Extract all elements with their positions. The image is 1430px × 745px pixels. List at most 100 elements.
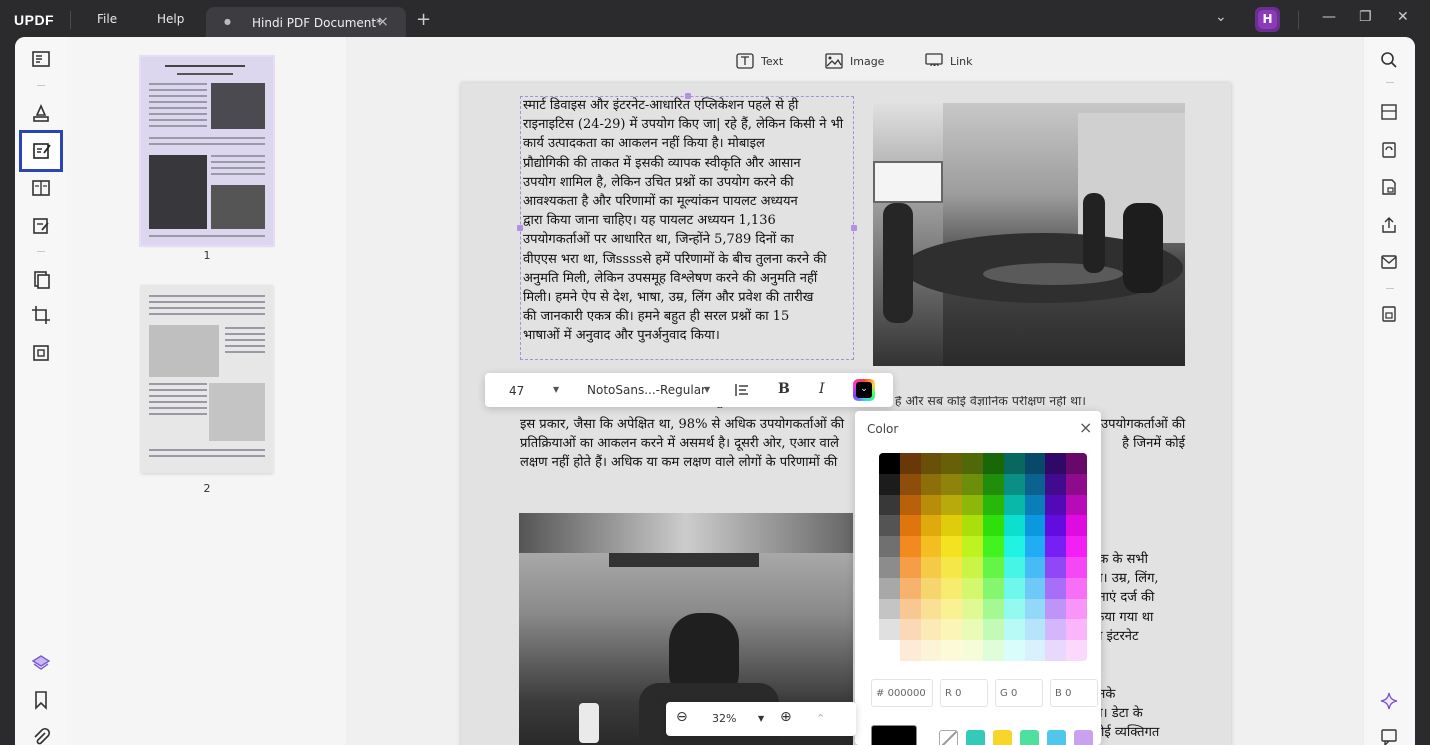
green-input[interactable]: G 0 <box>995 679 1043 707</box>
color-cell[interactable] <box>879 494 900 516</box>
color-cell[interactable] <box>962 556 983 578</box>
color-cell[interactable] <box>879 536 900 557</box>
layers-icon[interactable] <box>31 653 51 673</box>
attachment-icon[interactable] <box>31 727 51 745</box>
comments-list-icon[interactable] <box>1380 728 1400 745</box>
color-cell[interactable] <box>920 473 942 495</box>
color-cell[interactable] <box>1003 556 1025 578</box>
color-cell[interactable] <box>962 494 983 516</box>
color-cell[interactable] <box>899 453 921 474</box>
color-cell[interactable] <box>941 577 963 599</box>
color-cell[interactable] <box>899 515 921 537</box>
search-icon[interactable] <box>1380 51 1400 71</box>
avatar[interactable]: H <box>1255 7 1280 32</box>
share-icon[interactable] <box>1380 216 1400 236</box>
color-cell[interactable] <box>982 494 1004 516</box>
color-cell[interactable] <box>879 473 900 495</box>
color-cell[interactable] <box>899 619 921 641</box>
reader-icon[interactable] <box>31 49 51 69</box>
color-cell[interactable] <box>962 453 983 474</box>
color-cell[interactable] <box>1066 598 1087 620</box>
color-cell[interactable] <box>1024 556 1046 578</box>
color-cell[interactable] <box>920 515 942 537</box>
color-cell[interactable] <box>982 598 1004 620</box>
comment-highlighter-icon[interactable] <box>31 103 51 123</box>
zoom-out-icon[interactable]: ⊖ <box>676 709 688 725</box>
color-cell[interactable] <box>1045 453 1067 474</box>
color-cell[interactable] <box>962 640 983 661</box>
color-cell[interactable] <box>1003 640 1025 661</box>
color-cell[interactable] <box>941 453 963 474</box>
zoom-dropdown-icon[interactable]: ▼ <box>758 714 764 723</box>
color-cell[interactable] <box>941 494 963 516</box>
color-cell[interactable] <box>982 453 1004 474</box>
bold-button[interactable]: B <box>778 381 790 397</box>
page-thumbnail-2[interactable] <box>141 285 273 473</box>
color-cell[interactable] <box>1045 494 1067 516</box>
color-cell[interactable] <box>1003 515 1025 537</box>
add-link-tool[interactable]: Link <box>925 51 973 71</box>
font-size-value[interactable]: 47 <box>509 384 524 398</box>
tab-close-icon[interactable]: × <box>377 14 389 30</box>
color-cell[interactable] <box>899 556 921 578</box>
color-cell[interactable] <box>1024 619 1046 641</box>
ai-assistant-icon[interactable] <box>1380 692 1400 712</box>
color-cell[interactable] <box>982 577 1004 599</box>
page-up-icon[interactable]: ⌃ <box>816 712 825 725</box>
color-cell[interactable] <box>879 453 900 474</box>
color-cell[interactable] <box>1045 556 1067 578</box>
color-cell[interactable] <box>920 598 942 620</box>
color-cell[interactable] <box>1024 473 1046 495</box>
color-cell[interactable] <box>899 640 921 661</box>
recent-color-swatch[interactable] <box>1074 729 1093 745</box>
color-cell[interactable] <box>899 473 921 495</box>
font-name-dropdown-icon[interactable]: ▼ <box>704 385 710 394</box>
color-cell[interactable] <box>982 515 1004 537</box>
color-cell[interactable] <box>1024 494 1046 516</box>
color-cell[interactable] <box>879 556 900 578</box>
blue-input[interactable]: B 0 <box>1050 679 1098 707</box>
color-cell[interactable] <box>1066 640 1087 661</box>
color-cell[interactable] <box>1003 577 1025 599</box>
color-cell[interactable] <box>1045 536 1067 557</box>
color-cell[interactable] <box>899 577 921 599</box>
recent-color-swatch[interactable] <box>1020 729 1039 745</box>
color-cell[interactable] <box>1024 640 1046 661</box>
add-text-tool[interactable]: Text <box>736 51 783 71</box>
menu-help[interactable]: Help <box>157 12 184 26</box>
page-layout-icon[interactable] <box>31 178 51 198</box>
color-cell[interactable] <box>1024 598 1046 620</box>
email-icon[interactable] <box>1380 253 1400 273</box>
no-color-swatch[interactable] <box>939 729 958 745</box>
text-block-2[interactable]: इस प्रकार, जैसा कि अपेक्षित था, 98% से अ… <box>520 415 844 473</box>
color-cell[interactable] <box>920 494 942 516</box>
new-tab-button[interactable]: + <box>416 9 431 30</box>
color-cell[interactable] <box>1066 577 1087 599</box>
color-cell[interactable] <box>1045 619 1067 641</box>
text-block-3-right[interactable]: तक के सभी था। उम्र, लिंग, तनाएं दर्ज की … <box>1091 550 1159 646</box>
color-cell[interactable] <box>1045 640 1067 661</box>
color-cell[interactable] <box>1024 515 1046 537</box>
color-cell[interactable] <box>941 619 963 641</box>
color-cell[interactable] <box>899 494 921 516</box>
color-cell[interactable] <box>1066 494 1087 516</box>
color-cell[interactable] <box>879 619 900 641</box>
color-cell[interactable] <box>920 640 942 661</box>
color-cell[interactable] <box>982 536 1004 557</box>
color-cell[interactable] <box>941 556 963 578</box>
color-cell[interactable] <box>1003 473 1025 495</box>
color-cell[interactable] <box>962 577 983 599</box>
color-cell[interactable] <box>920 556 942 578</box>
color-cell[interactable] <box>941 515 963 537</box>
color-cell[interactable] <box>920 453 942 474</box>
crop-pages-icon[interactable] <box>31 305 51 325</box>
color-cell[interactable] <box>1045 577 1067 599</box>
color-cell[interactable] <box>982 640 1004 661</box>
color-cell[interactable] <box>1003 598 1025 620</box>
hex-input[interactable]: # 000000 <box>871 679 933 707</box>
zoom-value[interactable]: 32% <box>712 712 736 725</box>
color-cell[interactable] <box>1024 536 1046 557</box>
color-cell[interactable] <box>1003 453 1025 474</box>
color-cell[interactable] <box>920 536 942 557</box>
edit-pdf-button[interactable] <box>19 130 63 172</box>
